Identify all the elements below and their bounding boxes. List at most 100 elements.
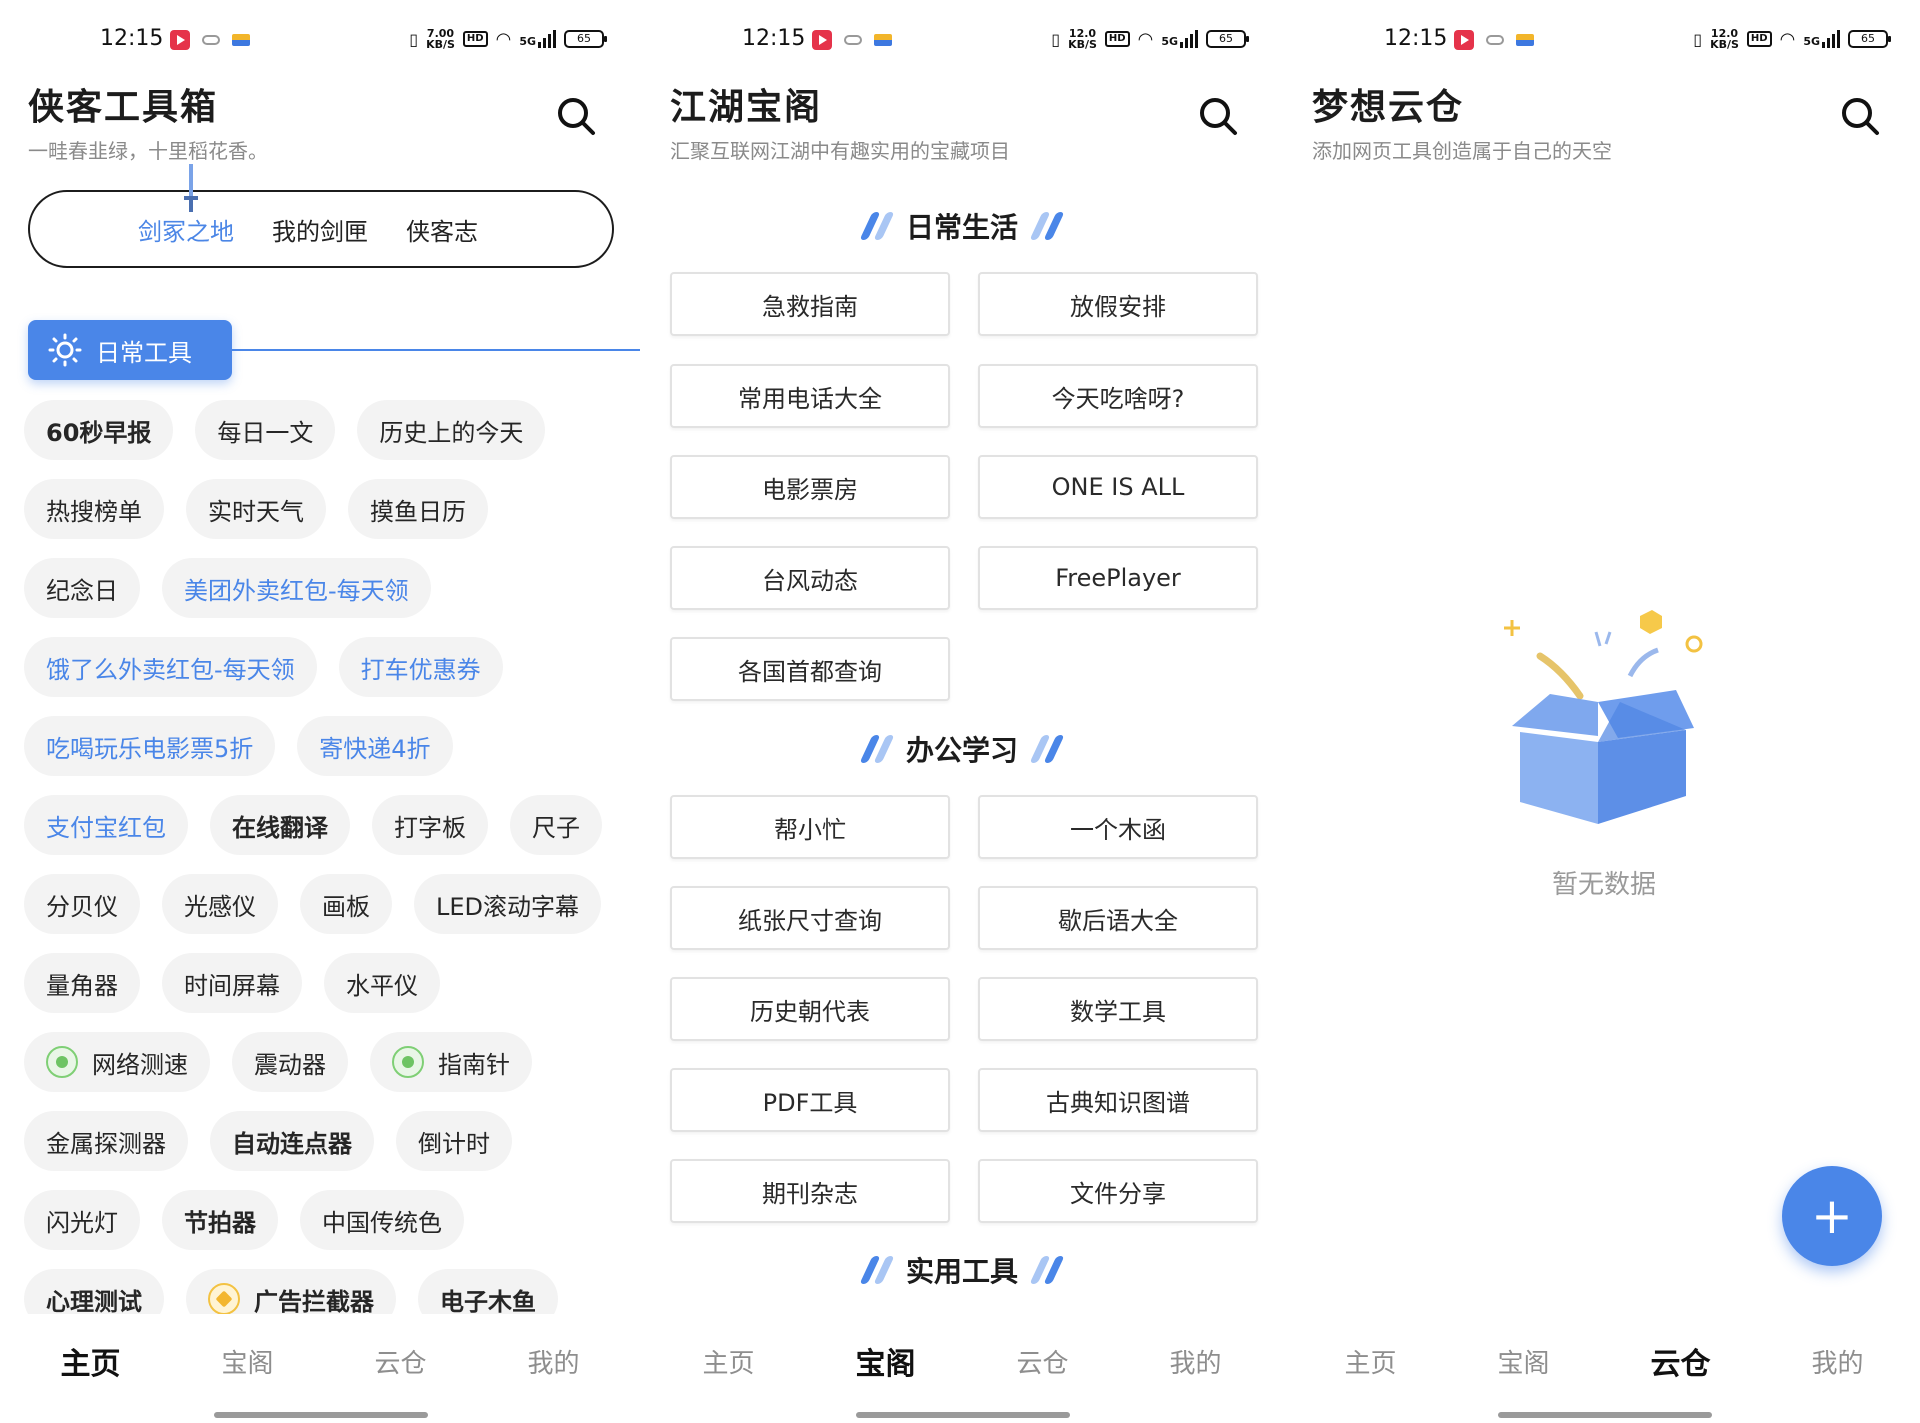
status-bar: 12:15 ▯ 12.0 KB/S HD ◠ 5G 65	[642, 24, 1282, 56]
battery-icon: 65	[564, 30, 607, 48]
chip-countdown[interactable]: 倒计时	[396, 1111, 512, 1171]
chip-history-today[interactable]: 历史上的今天	[357, 400, 546, 460]
search-icon[interactable]	[1840, 96, 1880, 136]
btn-math-tools[interactable]: 数学工具	[978, 977, 1258, 1041]
page-subtitle: 添加网页工具创造属于自己的天空	[1312, 139, 1612, 163]
nav-mine[interactable]: 我的	[1811, 1343, 1863, 1380]
tab-hero-log[interactable]: 侠客志	[406, 212, 478, 247]
nav-home[interactable]: 主页	[702, 1343, 754, 1380]
btn-helper[interactable]: 帮小忙	[670, 795, 950, 859]
chip-metronome[interactable]: 节拍器	[162, 1190, 278, 1250]
toolbox-screen: 12:15 ▯ 7.00 KB/S HD ◠ 5G 65 侠客工具箱 一畦春韭绿，…	[0, 0, 640, 1423]
chip-movie-discount[interactable]: 吃喝玩乐电影票5折	[24, 716, 276, 776]
search-icon[interactable]	[1198, 96, 1238, 136]
chip-light-meter[interactable]: 光感仪	[162, 874, 278, 934]
nav-mine[interactable]: 我的	[1169, 1343, 1221, 1380]
bottom-nav: 主页 宝阁 云仓 我的	[0, 1336, 640, 1386]
btn-one-is-all[interactable]: ONE IS ALL	[978, 455, 1258, 519]
chip-time-screen[interactable]: 时间屏幕	[162, 953, 302, 1013]
search-icon[interactable]	[556, 96, 596, 136]
chip-slacker-calendar[interactable]: 摸鱼日历	[348, 479, 488, 539]
chip-psych-test[interactable]: 心理测试	[24, 1269, 164, 1314]
main-tabs: 剑冢之地 我的剑匣 侠客志	[28, 190, 614, 268]
nav-cloud[interactable]: 云仓	[1016, 1343, 1068, 1380]
battery-icon: 65	[1206, 30, 1249, 48]
tab-my-sword-box[interactable]: 我的剑匣	[272, 212, 368, 247]
system-icons: ▯ 7.00 KB/S HD ◠ 5G 65	[409, 28, 607, 50]
signal-icon: 5G	[1161, 30, 1198, 48]
btn-classic-knowledge[interactable]: 古典知识图谱	[978, 1068, 1258, 1132]
nav-pavilion[interactable]: 宝阁	[221, 1343, 273, 1380]
nav-cloud[interactable]: 云仓	[374, 1343, 426, 1380]
btn-journals[interactable]: 期刊杂志	[670, 1159, 950, 1223]
chip-weather[interactable]: 实时天气	[186, 479, 326, 539]
add-tool-button[interactable]: +	[1782, 1166, 1882, 1266]
chip-level[interactable]: 水平仪	[324, 953, 440, 1013]
btn-dynasties[interactable]: 历史朝代表	[670, 977, 950, 1041]
tool-chip-list: 60秒早报 每日一文 历史上的今天 热搜榜单 实时天气 摸鱼日历 纪念日 美团外卖红包-每…	[24, 400, 624, 1314]
btn-phone-book[interactable]: 常用电话大全	[670, 364, 950, 428]
page-subtitle: 一畦春韭绿，十里稻花香。	[28, 139, 268, 163]
btn-capitals[interactable]: 各国首都查询	[670, 637, 950, 701]
chip-taxi-coupon[interactable]: 打车优惠券	[338, 637, 503, 697]
btn-holiday[interactable]: 放假安排	[978, 272, 1258, 336]
chip-ruler[interactable]: 尺子	[510, 795, 602, 855]
chip-anniversary[interactable]: 纪念日	[24, 558, 140, 618]
chip-meituan-coupon[interactable]: 美团外卖红包-每天领	[162, 558, 431, 618]
card-app-icon	[874, 34, 892, 46]
btn-wooden-box[interactable]: 一个木函	[978, 795, 1258, 859]
hd-icon: HD	[462, 31, 488, 47]
nav-mine[interactable]: 我的	[527, 1343, 579, 1380]
btn-freeplayer[interactable]: FreePlayer	[978, 546, 1258, 610]
chip-express-discount[interactable]: 寄快递4折	[297, 716, 453, 776]
chip-translate[interactable]: 在线翻译	[210, 795, 350, 855]
btn-box-office[interactable]: 电影票房	[670, 455, 950, 519]
video-app-icon	[812, 30, 832, 50]
section-office-study: 办公学习	[642, 729, 1282, 769]
tab-sword-tomb[interactable]: 剑冢之地	[138, 212, 234, 247]
btn-first-aid[interactable]: 急救指南	[670, 272, 950, 336]
app-notification-icon	[202, 35, 220, 45]
chip-hot-search[interactable]: 热搜榜单	[24, 479, 164, 539]
chip-vibrator[interactable]: 震动器	[232, 1032, 348, 1092]
chip-decibel[interactable]: 分贝仪	[24, 874, 140, 934]
chip-daily-article[interactable]: 每日一文	[195, 400, 336, 460]
chip-metal-detector[interactable]: 金属探测器	[24, 1111, 188, 1171]
app-notification-icon	[1486, 35, 1504, 45]
signal-icon: 5G	[519, 30, 556, 48]
chip-auto-clicker[interactable]: 自动连点器	[210, 1111, 374, 1171]
home-indicator[interactable]	[1498, 1412, 1712, 1418]
slash-deco-icon	[1029, 212, 1065, 240]
cloud-screen: 12:15 ▯ 12.0 KB/S HD ◠ 5G 65 梦想云仓 添加网页工具创…	[1284, 0, 1920, 1423]
chip-ad-blocker[interactable]: 广告拦截器	[186, 1269, 396, 1314]
btn-paper-size[interactable]: 纸张尺寸查询	[670, 886, 950, 950]
chip-wooden-fish[interactable]: 电子木鱼	[418, 1269, 558, 1314]
chip-typing-board[interactable]: 打字板	[372, 795, 488, 855]
chip-compass[interactable]: 指南针	[370, 1032, 532, 1092]
home-indicator[interactable]	[214, 1412, 428, 1418]
page-title: 梦想云仓	[1312, 87, 1465, 128]
nav-home[interactable]: 主页	[1344, 1343, 1396, 1380]
chip-chinese-colors[interactable]: 中国传统色	[300, 1190, 464, 1250]
btn-what-to-eat[interactable]: 今天吃啥呀?	[978, 364, 1258, 428]
nav-cloud[interactable]: 云仓	[1650, 1339, 1710, 1383]
btn-typhoon[interactable]: 台风动态	[670, 546, 950, 610]
chip-flashlight[interactable]: 闪光灯	[24, 1190, 140, 1250]
chip-led-marquee[interactable]: LED滚动字幕	[414, 874, 602, 934]
btn-xiehouyu[interactable]: 歇后语大全	[978, 886, 1258, 950]
chip-drawing-board[interactable]: 画板	[300, 874, 392, 934]
nav-home[interactable]: 主页	[60, 1339, 120, 1383]
chip-eleme-coupon[interactable]: 饿了么外卖红包-每天领	[24, 637, 317, 697]
video-app-icon	[170, 30, 190, 50]
home-indicator[interactable]	[856, 1412, 1070, 1418]
chip-protractor[interactable]: 量角器	[24, 953, 140, 1013]
nav-pavilion[interactable]: 宝阁	[855, 1339, 915, 1383]
section-title: 办公学习	[905, 734, 1018, 767]
chip-alipay-redpacket[interactable]: 支付宝红包	[24, 795, 188, 855]
nav-pavilion[interactable]: 宝阁	[1497, 1343, 1549, 1380]
chip-speed-test[interactable]: 网络测速	[24, 1032, 210, 1092]
category-daily-tools[interactable]: 日常工具	[28, 320, 232, 380]
chip-60s-news[interactable]: 60秒早报	[24, 400, 174, 460]
btn-file-share[interactable]: 文件分享	[978, 1159, 1258, 1223]
btn-pdf-tools[interactable]: PDF工具	[670, 1068, 950, 1132]
